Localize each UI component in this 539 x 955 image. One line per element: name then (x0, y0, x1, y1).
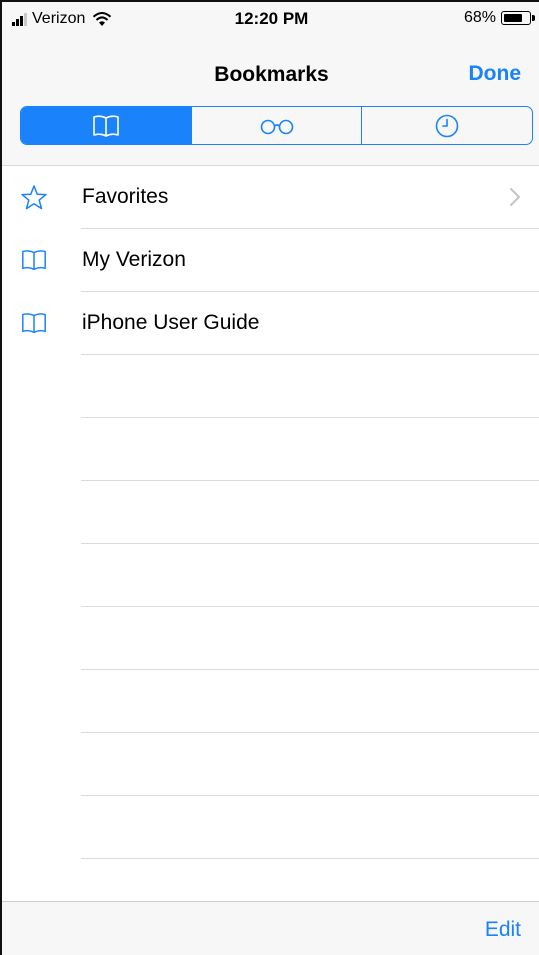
status-bar: Verizon 12:20 PM 68% (2, 2, 539, 36)
list-item-favorites[interactable]: Favorites (2, 166, 539, 229)
list-item-label: iPhone User Guide (82, 311, 260, 334)
list-item-label: My Verizon (82, 248, 186, 271)
star-icon (21, 185, 47, 210)
empty-row (2, 544, 539, 607)
battery-percent: 68% (463, 9, 496, 26)
tab-history[interactable] (361, 107, 532, 144)
list-item-label: Favorites (82, 185, 169, 208)
edit-button[interactable]: Edit (485, 918, 521, 942)
book-icon (22, 250, 46, 271)
glasses-icon (260, 119, 293, 134)
status-right: 68% (463, 9, 535, 27)
bookmarks-list: Favorites My Verizon iPhone User Guide (2, 166, 539, 859)
list-item-iphone-user-guide[interactable]: iPhone User Guide (2, 292, 539, 355)
empty-row (2, 796, 539, 859)
done-button[interactable]: Done (469, 62, 522, 86)
chevron-right-icon (510, 188, 520, 206)
empty-row (2, 481, 539, 544)
empty-row (2, 670, 539, 733)
empty-row (2, 733, 539, 796)
tab-bookmarks[interactable] (21, 107, 191, 144)
list-item-my-verizon[interactable]: My Verizon (2, 229, 539, 292)
bottom-toolbar: Edit (2, 901, 539, 955)
empty-row (2, 355, 539, 418)
book-icon (22, 313, 46, 334)
empty-row (2, 607, 539, 670)
book-icon (93, 114, 119, 137)
page-title: Bookmarks (214, 63, 329, 86)
battery-icon (501, 11, 535, 25)
empty-row (2, 418, 539, 481)
navigation-bar: Bookmarks Done (2, 36, 539, 166)
status-time: 12:20 PM (234, 9, 309, 28)
clock-icon (435, 114, 459, 137)
tab-reading-list[interactable] (190, 107, 362, 144)
segmented-control (20, 106, 533, 145)
phone-screen: Verizon 12:20 PM 68% Bookmarks Done Favo… (0, 0, 539, 955)
